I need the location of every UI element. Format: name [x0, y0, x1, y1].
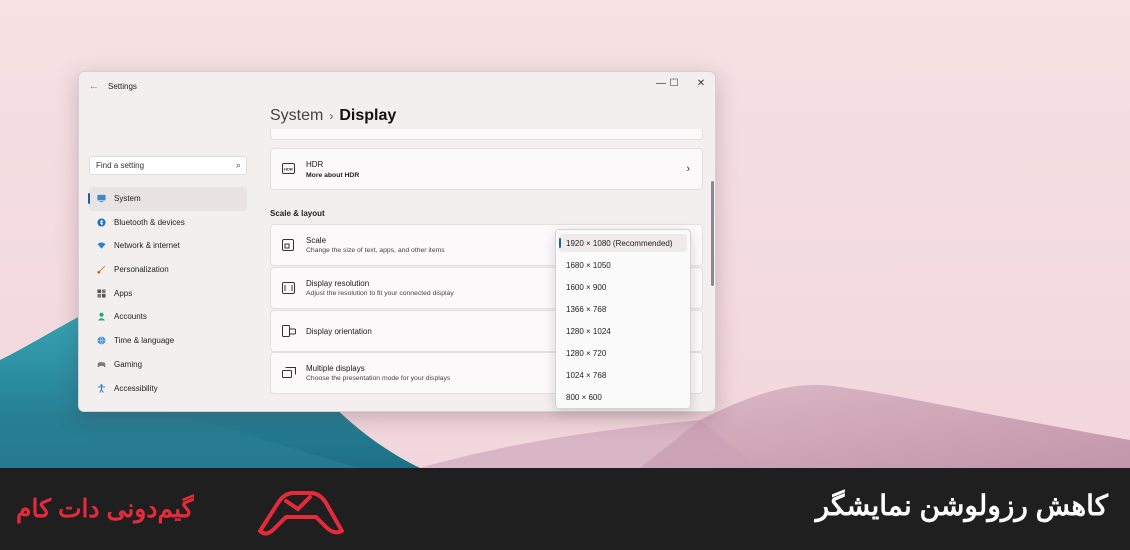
bluetooth-icon	[97, 218, 106, 227]
back-arrow-icon[interactable]: ←	[87, 79, 101, 93]
page-title: Display	[339, 107, 397, 124]
wifi-icon	[97, 242, 106, 250]
sidebar-item-bluetooth[interactable]: Bluetooth & devices	[89, 211, 247, 235]
orientation-title: Display orientation	[306, 327, 372, 336]
breadcrumb: System › Display	[270, 107, 396, 125]
sidebar-item-apps[interactable]: Apps	[89, 282, 247, 306]
sidebar-item-label: Personalization	[114, 265, 169, 275]
breadcrumb-parent[interactable]: System	[270, 107, 323, 124]
multiple-displays-title: Multiple displays	[306, 364, 365, 373]
resolution-option[interactable]: 1600 × 900	[559, 278, 687, 296]
sidebar-item-label: Accounts	[114, 312, 147, 322]
resolution-icon	[282, 282, 295, 294]
accessibility-icon	[97, 383, 106, 393]
selected-indicator	[559, 238, 561, 248]
search-icon: ⌕	[235, 160, 241, 170]
resolution-dropdown: 1920 × 1080 (Recommended) 1680 × 1050 16…	[555, 229, 691, 409]
apps-icon	[97, 289, 106, 298]
person-icon	[97, 313, 106, 321]
sidebar-item-label: Bluetooth & devices	[114, 217, 185, 227]
resolution-option[interactable]: 1680 × 1050	[559, 256, 687, 274]
scrolled-card	[270, 129, 703, 140]
monitor-icon	[97, 194, 106, 203]
section-heading: Scale & layout	[270, 209, 325, 218]
globe-icon	[97, 336, 106, 345]
scrollbar[interactable]	[711, 181, 714, 286]
hdr-icon: HDR	[282, 163, 295, 174]
multiple-displays-subtitle: Choose the presentation mode for your di…	[306, 375, 451, 382]
sidebar-item-label: System	[114, 194, 141, 203]
sidebar-item-network[interactable]: Network & internet	[89, 234, 247, 258]
controller-icon	[97, 362, 106, 368]
search-placeholder: Find a setting	[96, 161, 145, 170]
banner-title: کاهش رزولوشن نمایشگر	[815, 490, 1108, 521]
title-bar: ← Settings — ☐ ✕	[79, 72, 715, 102]
active-indicator	[88, 193, 90, 204]
search-input[interactable]: Find a setting ⌕	[89, 156, 247, 175]
resolution-subtitle: Adjust the resolution to fit your connec…	[306, 290, 454, 297]
chevron-right-icon: ›	[686, 163, 690, 175]
scale-icon	[282, 239, 294, 251]
orientation-icon	[282, 325, 296, 337]
resolution-option[interactable]: 1280 × 720	[559, 344, 687, 362]
resolution-option[interactable]: 1920 × 1080 (Recommended)	[559, 234, 687, 252]
resolution-option[interactable]: 800 × 600	[559, 388, 687, 406]
maximize-icon[interactable]: ☐	[662, 76, 686, 92]
sidebar-item-label: Time & language	[114, 336, 175, 346]
sidebar-item-label: Network & internet	[114, 241, 180, 251]
multiple-displays-icon	[282, 367, 296, 378]
sidebar-item-system[interactable]: System	[88, 187, 247, 211]
sidebar-item-accessibility[interactable]: Accessibility	[89, 377, 247, 401]
sidebar-item-label: Apps	[114, 288, 133, 298]
hdr-link[interactable]: More about HDR	[306, 172, 359, 179]
resolution-title: Display resolution	[306, 279, 370, 288]
resolution-option[interactable]: 1024 × 768	[559, 366, 687, 384]
hdr-title: HDR	[306, 160, 324, 169]
hdr-badge-text: HDR	[284, 166, 293, 171]
sidebar-item-accounts[interactable]: Accounts	[89, 305, 247, 329]
scale-title: Scale	[306, 236, 327, 245]
sidebar: System Bluetooth & devices Network & int…	[88, 187, 247, 401]
scale-subtitle: Change the size of text, apps, and other…	[306, 247, 445, 254]
close-icon[interactable]: ✕	[689, 76, 713, 92]
gamepad-logo-icon	[258, 491, 344, 536]
window-title: Settings	[108, 82, 137, 91]
brush-icon	[97, 265, 106, 274]
breadcrumb-separator: ›	[329, 109, 334, 123]
sidebar-item-label: Accessibility	[114, 383, 158, 393]
article-banner: گیم‌دونی دات کام کاهش رزولوشن نمایشگر	[0, 468, 1130, 550]
sidebar-item-gaming[interactable]: Gaming	[89, 353, 247, 377]
brand-name: گیم‌دونی دات کام	[16, 495, 194, 523]
resolution-option[interactable]: 1366 × 768	[559, 300, 687, 318]
resolution-option[interactable]: 1280 × 1024	[559, 322, 687, 340]
sidebar-item-label: Gaming	[114, 359, 143, 369]
sidebar-item-time-language[interactable]: Time & language	[89, 329, 247, 353]
hdr-card[interactable]: HDR HDR More about HDR ›	[270, 148, 703, 190]
sidebar-item-personalization[interactable]: Personalization	[89, 258, 247, 282]
